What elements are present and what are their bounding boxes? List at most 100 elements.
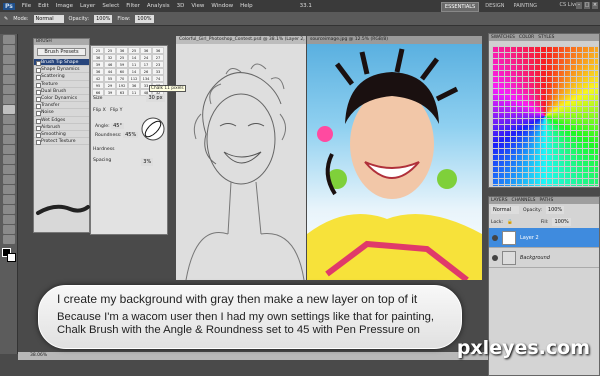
menu-filter[interactable]: Filter bbox=[126, 3, 140, 9]
brush-tip-cell[interactable]: 23 bbox=[152, 61, 164, 68]
spacing-checkbox[interactable]: Spacing bbox=[93, 158, 111, 166]
layer-opacity-field[interactable]: 100% bbox=[545, 206, 565, 214]
tab-paths[interactable]: PATHS bbox=[539, 197, 553, 204]
background-color-swatch[interactable] bbox=[7, 253, 16, 262]
gradient-tool-icon[interactable] bbox=[3, 145, 15, 154]
menu-analysis[interactable]: Analysis bbox=[147, 3, 170, 9]
brush-option-color-dynamics[interactable]: Color Dynamics bbox=[34, 95, 89, 103]
tab-brush[interactable]: BRUSH bbox=[36, 39, 52, 44]
minimize-icon[interactable]: – bbox=[576, 2, 582, 9]
fill-field[interactable]: 100% bbox=[552, 218, 571, 226]
brush-option-protect-texture[interactable]: Protect Texture bbox=[34, 138, 89, 146]
crop-tool-icon[interactable] bbox=[3, 75, 15, 84]
brush-option-smoothing[interactable]: Smoothing bbox=[34, 131, 89, 139]
type-tool-icon[interactable] bbox=[3, 185, 15, 194]
tab-styles[interactable]: STYLES bbox=[538, 34, 554, 41]
brush-tip-cell[interactable]: 70 bbox=[116, 75, 128, 82]
brush-option-brush-tip-shape[interactable]: Brush Tip Shape bbox=[34, 59, 89, 67]
brush-tip-cell[interactable]: 192 bbox=[116, 82, 128, 89]
tab-color[interactable]: COLOR bbox=[519, 34, 534, 41]
menu-file[interactable]: File bbox=[22, 3, 31, 9]
brush-tool-icon[interactable] bbox=[3, 105, 15, 114]
lasso-tool-icon[interactable] bbox=[3, 55, 15, 64]
visibility-eye-icon[interactable] bbox=[492, 234, 498, 241]
brush-tip-cell[interactable]: 26 bbox=[140, 68, 152, 75]
shape-tool-icon[interactable] bbox=[3, 205, 15, 214]
document-tab-right[interactable]: sourceimage.jpg @ 12.5% (RGB/8) bbox=[307, 36, 482, 44]
brush-tip-cell[interactable]: 27 bbox=[152, 54, 164, 61]
brush-option-texture[interactable]: Texture bbox=[34, 81, 89, 88]
menu-image[interactable]: Image bbox=[56, 3, 73, 9]
path-select-tool-icon[interactable] bbox=[3, 195, 15, 204]
visibility-eye-icon[interactable] bbox=[492, 254, 498, 261]
menu-help[interactable]: Help bbox=[240, 3, 253, 9]
maximize-icon[interactable]: □ bbox=[584, 2, 590, 9]
flip-y-checkbox[interactable]: Flip Y bbox=[110, 108, 122, 113]
tab-swatches[interactable]: SWATCHES bbox=[491, 34, 515, 41]
hand-tool-icon[interactable] bbox=[3, 225, 15, 234]
brush-tip-cell[interactable]: 25 bbox=[104, 47, 116, 54]
zoom-tool-icon[interactable] bbox=[3, 235, 15, 244]
brush-presets-button[interactable]: Brush Presets bbox=[37, 48, 86, 56]
menu-select[interactable]: Select bbox=[102, 3, 119, 9]
blend-mode-select[interactable]: Normal bbox=[491, 206, 519, 214]
brush-tip-cell[interactable]: 25 bbox=[128, 47, 140, 54]
brush-tip-cell[interactable]: 112 bbox=[128, 75, 140, 82]
workspace-painting[interactable]: PAINTING bbox=[511, 2, 540, 12]
zoom-readout[interactable]: 33.1 bbox=[300, 3, 312, 9]
angle-roundness-widget[interactable] bbox=[140, 116, 166, 142]
brush-tip-cell[interactable]: 44 bbox=[104, 68, 116, 75]
brush-option-shape-dynamics[interactable]: Shape Dynamics bbox=[34, 66, 89, 74]
pen-tool-icon[interactable] bbox=[3, 175, 15, 184]
brush-tip-cell[interactable]: 24 bbox=[140, 54, 152, 61]
brush-option-scattering[interactable]: Scattering bbox=[34, 73, 89, 81]
clone-stamp-tool-icon[interactable] bbox=[3, 115, 15, 124]
spacing-field[interactable]: 3% bbox=[141, 158, 154, 166]
flip-x-checkbox[interactable]: Flip X bbox=[93, 108, 106, 113]
brush-tip-cell[interactable]: 36 bbox=[152, 47, 164, 54]
brush-tip-cell[interactable]: 14 bbox=[128, 54, 140, 61]
brush-tip-cell[interactable]: 55 bbox=[104, 75, 116, 82]
brush-tip-cell[interactable]: 17 bbox=[140, 61, 152, 68]
flow-field[interactable]: 100% bbox=[135, 14, 154, 23]
size-field[interactable]: 30 px bbox=[146, 94, 165, 102]
brush-tip-cell[interactable]: 36 bbox=[92, 54, 104, 61]
marquee-tool-icon[interactable] bbox=[3, 45, 15, 54]
menu-layer[interactable]: Layer bbox=[80, 3, 95, 9]
brush-tip-cell[interactable]: 134 bbox=[140, 75, 152, 82]
workspace-essentials[interactable]: ESSENTIALS bbox=[440, 2, 480, 12]
brush-tip-cell[interactable]: 46 bbox=[104, 61, 116, 68]
brush-option-noise[interactable]: Noise bbox=[34, 109, 89, 117]
menu-view[interactable]: View bbox=[191, 3, 204, 9]
brush-tip-cell[interactable]: 33 bbox=[152, 68, 164, 75]
brush-tip-cell[interactable]: 36 bbox=[92, 68, 104, 75]
brush-tool-icon[interactable]: ✎ bbox=[4, 16, 8, 22]
brush-option-transfer[interactable]: Transfer bbox=[34, 102, 89, 110]
brush-tip-cell[interactable]: 32 bbox=[104, 54, 116, 61]
opacity-field[interactable]: 100% bbox=[94, 14, 113, 23]
brush-tip-cell[interactable]: 36 bbox=[116, 47, 128, 54]
angle-field[interactable]: 45° bbox=[111, 123, 124, 129]
healing-tool-icon[interactable] bbox=[3, 95, 15, 104]
brush-option-wet-edges[interactable]: Wet Edges bbox=[34, 117, 89, 124]
tab-channels[interactable]: CHANNELS bbox=[512, 197, 536, 204]
3d-rotate-tool-icon[interactable] bbox=[3, 215, 15, 224]
close-icon[interactable]: × bbox=[592, 2, 598, 9]
roundness-field[interactable]: 45% bbox=[123, 132, 139, 138]
brush-tip-cell[interactable]: 25 bbox=[92, 47, 104, 54]
brush-tip-cell[interactable]: 14 bbox=[128, 68, 140, 75]
swatch-grid[interactable] bbox=[492, 46, 598, 186]
layer-row-layer2[interactable]: Layer 2 bbox=[489, 228, 599, 248]
tab-layers[interactable]: LAYERS bbox=[491, 197, 508, 204]
brush-tip-cell[interactable]: 25 bbox=[116, 54, 128, 61]
mode-select[interactable]: Normal bbox=[33, 14, 64, 23]
brush-tip-cell[interactable]: 36 bbox=[140, 47, 152, 54]
brush-tip-cell[interactable]: 74 bbox=[152, 75, 164, 82]
dodge-tool-icon[interactable] bbox=[3, 165, 15, 174]
document-tab-left[interactable]: Colorful_Girl_Photoshop_Contest.psd @ 38… bbox=[176, 36, 306, 50]
move-tool-icon[interactable] bbox=[3, 35, 15, 44]
brush-tip-cell[interactable]: 95 bbox=[92, 82, 104, 89]
workspace-design[interactable]: DESIGN bbox=[482, 2, 507, 12]
quick-select-tool-icon[interactable] bbox=[3, 65, 15, 74]
brush-tip-cell[interactable]: 60 bbox=[116, 68, 128, 75]
